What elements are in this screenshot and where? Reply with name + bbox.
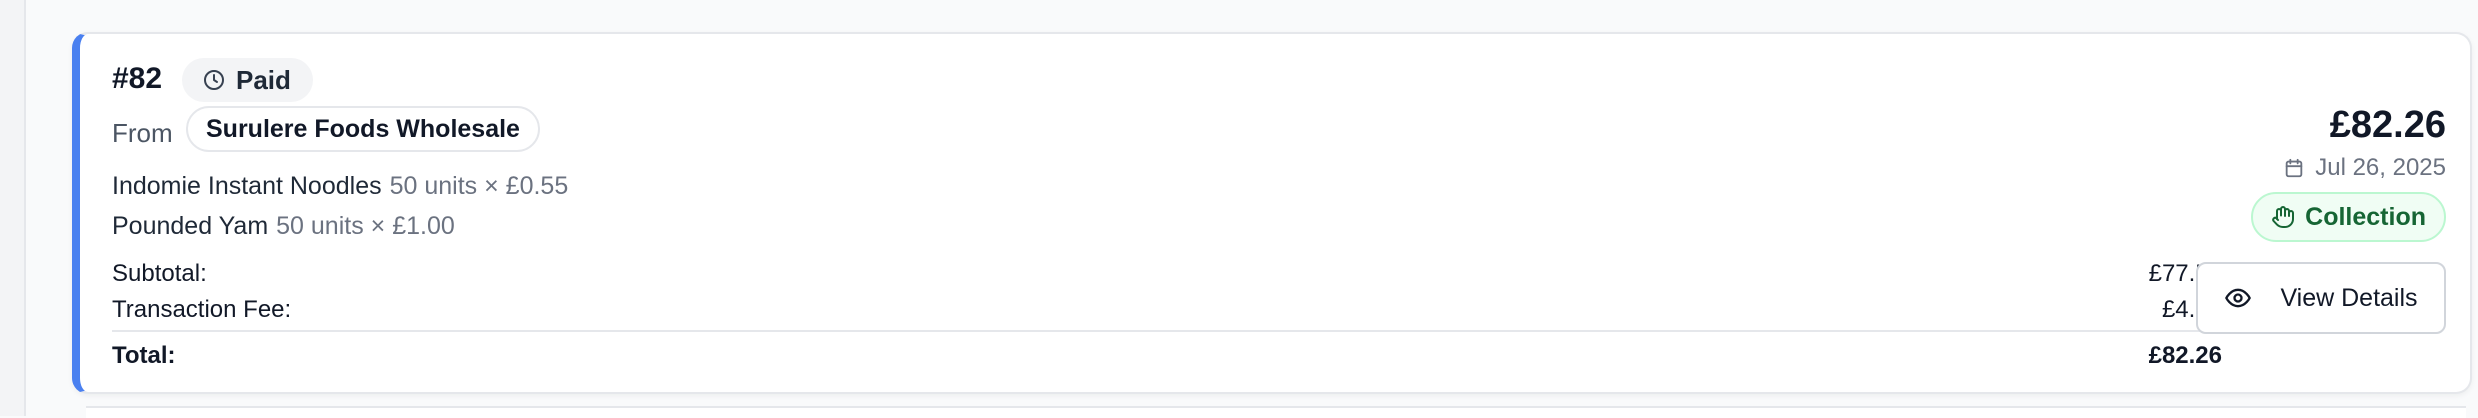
order-date: Jul 26, 2025 — [2283, 154, 2446, 182]
order-date-text: Jul 26, 2025 — [2315, 154, 2446, 181]
view-details-button[interactable]: View Details — [2196, 262, 2446, 334]
item-detail: 50 units × £0.55 — [389, 172, 569, 200]
total-label: Total: — [112, 342, 176, 369]
item-detail: 50 units × £1.00 — [276, 212, 455, 240]
supplier-badge: Surulere Foods Wholesale — [186, 106, 540, 152]
from-label: From — [112, 118, 173, 148]
order-card: #82 Paid From Surulere Foods Wholesale I… — [72, 32, 2472, 394]
subtotal-row: Subtotal: £77.50 — [112, 260, 2222, 288]
total-row: Total: £82.26 — [112, 342, 2222, 370]
status-badge: Paid — [182, 58, 313, 102]
order-price: £82.26 — [2329, 104, 2446, 146]
item-name: Pounded Yam — [112, 212, 269, 240]
order-item: Indomie Instant Noodles 50 units × £0.55 — [112, 172, 568, 201]
next-card-edge — [86, 406, 2466, 418]
view-details-label: View Details — [2280, 283, 2418, 312]
subtotal-label: Subtotal: — [112, 260, 207, 287]
hand-icon — [2271, 205, 2295, 229]
order-id: #82 — [112, 62, 163, 95]
status-label: Paid — [236, 64, 291, 95]
item-name: Indomie Instant Noodles — [112, 172, 382, 200]
fee-row: Transaction Fee: £4.76 — [112, 296, 2222, 324]
left-rail — [0, 0, 26, 416]
calendar-icon — [2283, 157, 2305, 179]
fulfillment-label: Collection — [2305, 202, 2426, 231]
total-value: £82.26 — [2148, 342, 2222, 369]
order-item: Pounded Yam 50 units × £1.00 — [112, 212, 455, 241]
fee-label: Transaction Fee: — [112, 296, 292, 323]
clock-icon — [202, 68, 226, 92]
eye-icon — [2224, 284, 2252, 312]
fulfillment-badge: Collection — [2251, 192, 2446, 242]
totals-divider — [112, 330, 2222, 332]
